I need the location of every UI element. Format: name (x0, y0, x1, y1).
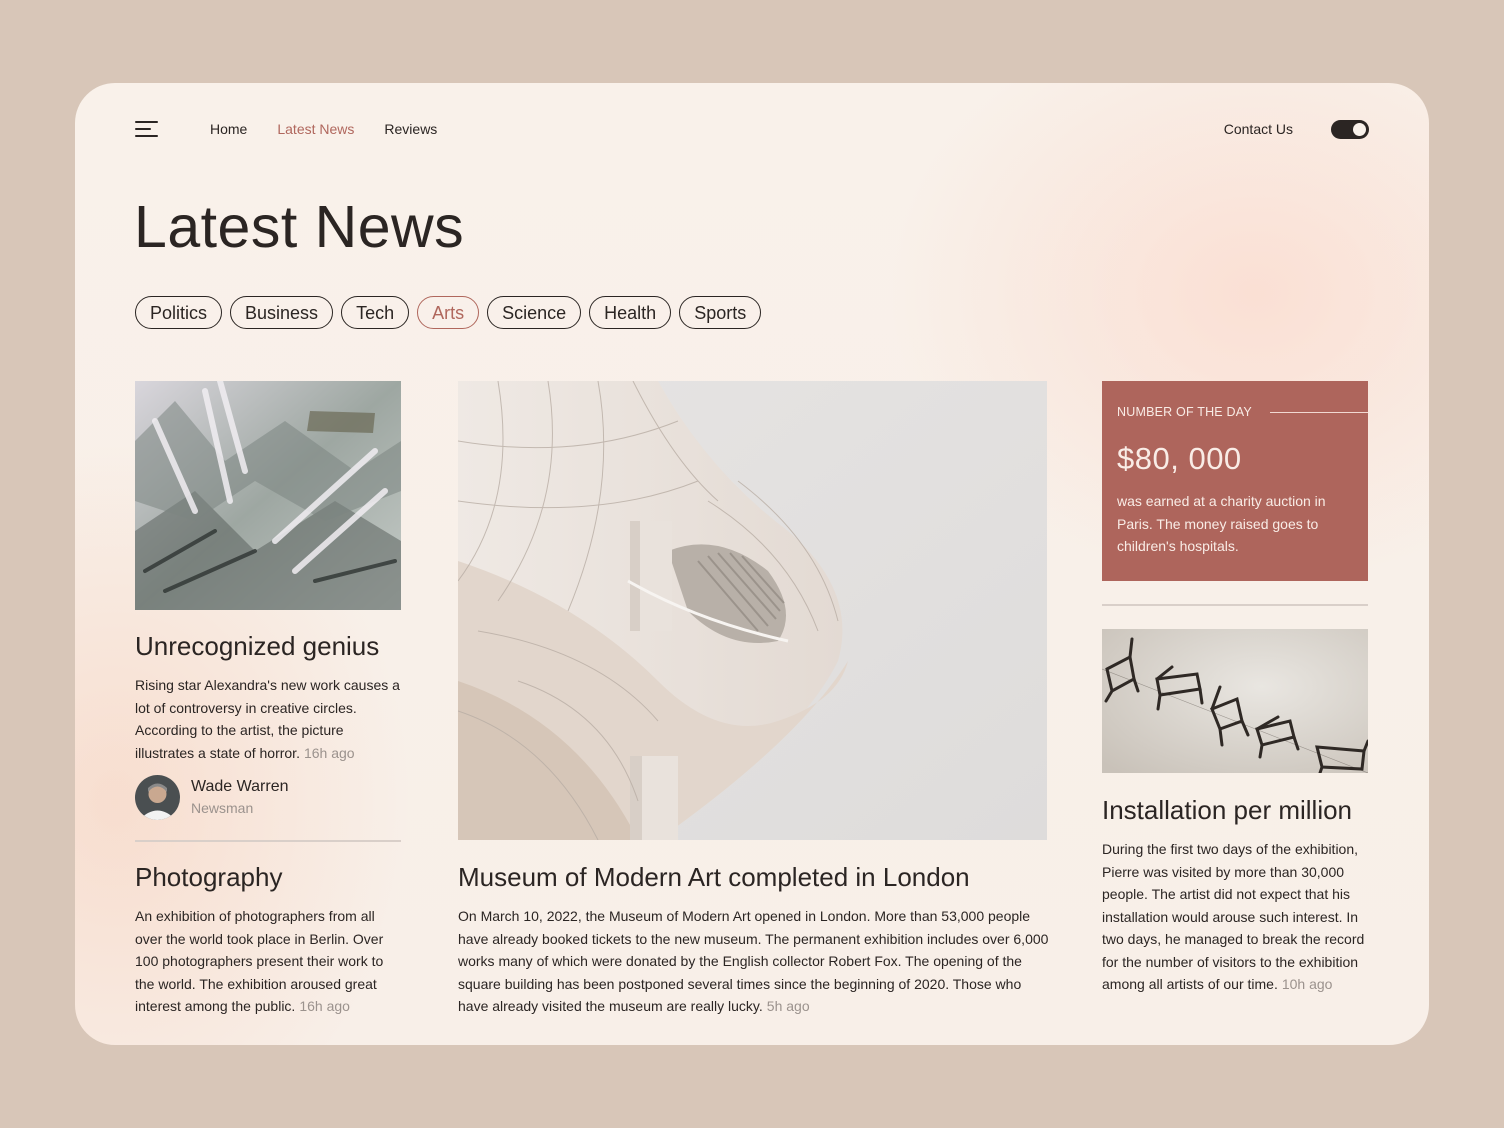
number-card-text: was earned at a charity auction in Paris… (1117, 493, 1326, 554)
author-name[interactable]: Wade Warren (191, 778, 289, 796)
avatar[interactable] (135, 775, 180, 820)
article-title-museum[interactable]: Museum of Modern Art completed in London (458, 862, 970, 893)
article-timestamp: 16h ago (303, 744, 355, 761)
number-card-line (1270, 412, 1368, 413)
article-body-unrecognized-genius: Rising star Alexandra's new work causes … (135, 674, 405, 764)
main-card: Home Latest News Reviews Contact Us Late… (75, 83, 1429, 1045)
article-body-text: During the first two days of the exhibit… (1102, 841, 1365, 992)
article-body-text: Rising star Alexandra's new work causes … (135, 677, 400, 761)
museum-architecture-image[interactable] (458, 381, 1047, 840)
number-card-label: NUMBER OF THE DAY (1117, 405, 1252, 419)
article-timestamp: 10h ago (1281, 976, 1333, 992)
article-body-museum: On March 10, 2022, the Museum of Modern … (458, 905, 1050, 1018)
category-filters: Politics Business Tech Arts Science Heal… (135, 296, 762, 329)
article-timestamp: 5h ago (766, 998, 810, 1014)
nav-home[interactable]: Home (210, 121, 247, 137)
filter-sports[interactable]: Sports (679, 296, 762, 329)
theme-toggle[interactable] (1331, 120, 1369, 139)
author-role: Newsman (191, 800, 254, 816)
page-title: Latest News (134, 194, 465, 260)
nav-latest-news[interactable]: Latest News (277, 121, 354, 137)
filter-business[interactable]: Business (230, 296, 334, 329)
toggle-knob (1353, 123, 1366, 136)
article-title-installation[interactable]: Installation per million (1102, 795, 1352, 826)
filter-health[interactable]: Health (589, 296, 672, 329)
article-title-photography[interactable]: Photography (135, 862, 282, 893)
hamburger-menu-icon[interactable] (135, 121, 158, 137)
abstract-painting-image[interactable] (135, 381, 401, 610)
number-card-value: $80, 000 (1117, 441, 1242, 476)
filter-science[interactable]: Science (487, 296, 582, 329)
nav-contact-us[interactable]: Contact Us (1224, 121, 1293, 137)
article-body-text: On March 10, 2022, the Museum of Modern … (458, 908, 1049, 1014)
divider (135, 840, 401, 842)
article-body-installation: During the first two days of the exhibit… (1102, 838, 1374, 996)
flying-chairs-image[interactable] (1102, 629, 1368, 773)
divider (1102, 604, 1368, 606)
filter-arts[interactable]: Arts (417, 296, 480, 329)
top-nav: Home Latest News Reviews (210, 121, 437, 137)
filter-tech[interactable]: Tech (341, 296, 410, 329)
number-of-the-day-card: NUMBER OF THE DAY $80, 000 was earned at… (1102, 381, 1368, 581)
article-title-unrecognized-genius[interactable]: Unrecognized genius (135, 631, 379, 662)
article-body-photography: An exhibition of photographers from all … (135, 905, 405, 1018)
article-timestamp: 16h ago (299, 998, 350, 1014)
nav-reviews[interactable]: Reviews (384, 121, 437, 137)
filter-politics[interactable]: Politics (135, 296, 223, 329)
